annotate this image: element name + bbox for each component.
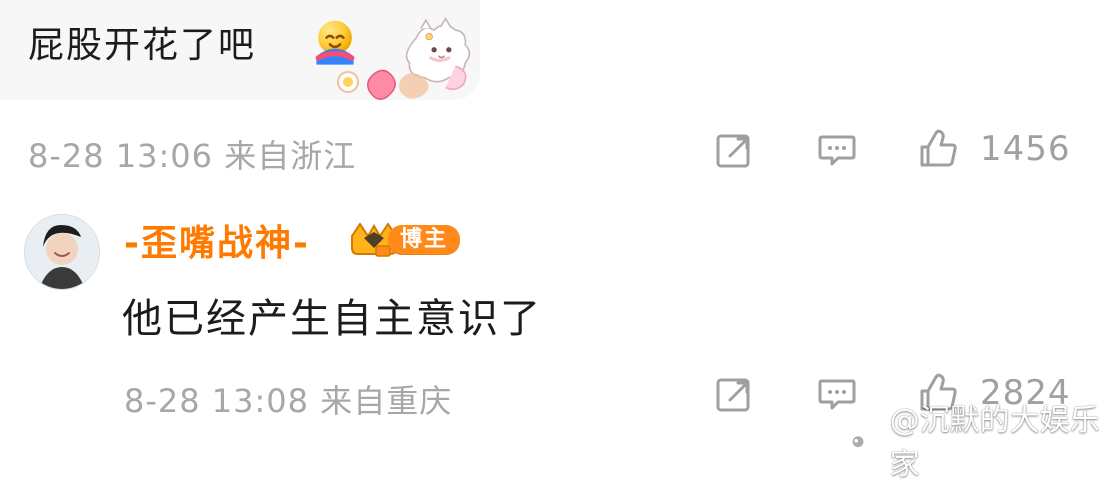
top-like-action[interactable]: 1456	[914, 125, 1071, 173]
sticker-decoration-icons	[337, 69, 429, 100]
top-comment-action[interactable]	[814, 128, 860, 174]
share-icon[interactable]	[712, 128, 756, 172]
top-comment-text: 屁股开花了吧	[28, 25, 257, 66]
top-comment-meta: 8-28 13:06 来自浙江	[28, 137, 357, 175]
thumbs-up-icon[interactable]	[914, 125, 962, 173]
weibo-watermark: @沉默的大娱乐家	[840, 395, 1106, 483]
reply-meta: 8-28 13:08 来自重庆	[124, 382, 453, 420]
comment-icon[interactable]	[814, 128, 860, 174]
top-share-action[interactable]	[712, 128, 756, 172]
weibo-logo-icon	[845, 430, 878, 451]
reply-username[interactable]: -歪嘴战神-	[124, 214, 310, 266]
blogger-badge: 博主	[346, 220, 460, 260]
reply-text: 他已经产生自主意识了	[122, 296, 542, 342]
top-like-count: 1456	[980, 129, 1071, 169]
avatar[interactable]	[24, 214, 100, 290]
badge-label: 博主	[388, 225, 460, 255]
reply-share-action[interactable]	[712, 372, 756, 416]
watermark-text: @沉默的大娱乐家	[889, 403, 1100, 482]
share-icon[interactable]	[712, 372, 756, 416]
